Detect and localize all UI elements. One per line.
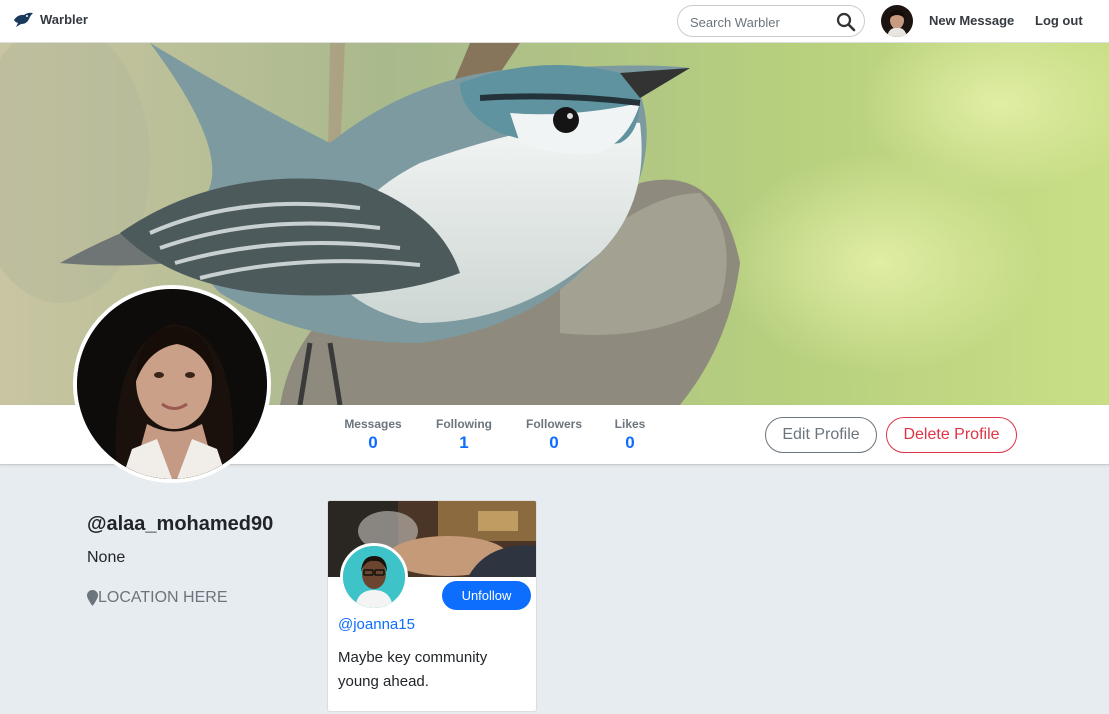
delete-profile-button[interactable]: Delete Profile [886, 417, 1017, 453]
profile-username: @alaa_mohamed90 [87, 513, 274, 535]
brand-name: Warbler [40, 11, 88, 27]
stat-following[interactable]: Following 1 [432, 417, 496, 453]
edit-profile-button[interactable]: Edit Profile [765, 417, 877, 453]
stat-label: Likes [614, 417, 646, 431]
search-icon[interactable] [836, 12, 856, 32]
stat-likes[interactable]: Likes 0 [610, 417, 650, 453]
stat-messages[interactable]: Messages 0 [340, 417, 406, 453]
profile-location: LOCATION HERE [87, 589, 228, 607]
stat-followers[interactable]: Followers 0 [521, 417, 587, 453]
stat-label: Following [436, 417, 492, 431]
stat-label: Messages [344, 417, 402, 431]
profile-avatar [73, 285, 271, 483]
stat-label: Followers [525, 417, 582, 431]
stat-value[interactable]: 0 [521, 433, 587, 453]
stat-value[interactable]: 0 [340, 433, 406, 453]
stat-value[interactable]: 0 [610, 433, 650, 453]
card-username-link[interactable]: @joanna15 [338, 616, 415, 633]
search-input[interactable] [690, 13, 830, 31]
location-text: LOCATION HERE [98, 589, 228, 606]
card-bio: Maybe key community young ahead. [338, 649, 488, 690]
brand-link[interactable]: Warbler [12, 10, 88, 28]
logout-link[interactable]: Log out [1035, 13, 1083, 28]
following-card: Unfollow @joanna15 Maybe key community y… [327, 500, 537, 712]
nav-avatar[interactable] [881, 5, 913, 37]
unfollow-button[interactable]: Unfollow [442, 581, 531, 610]
card-avatar[interactable] [340, 543, 408, 611]
map-pin-icon [87, 590, 98, 606]
navbar: Warbler New Message Log out [0, 0, 1109, 43]
profile-bio: None [87, 549, 126, 566]
warbler-logo-icon [14, 12, 33, 27]
new-message-link[interactable]: New Message [929, 13, 1014, 28]
stat-value[interactable]: 1 [432, 433, 496, 453]
search-form [677, 5, 865, 37]
